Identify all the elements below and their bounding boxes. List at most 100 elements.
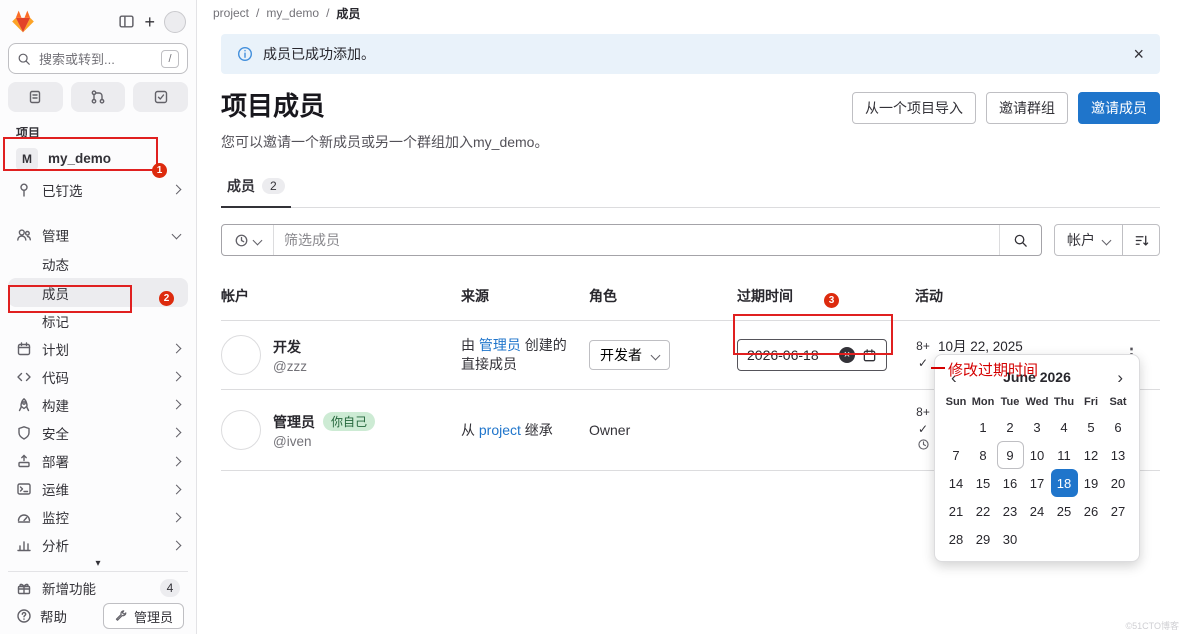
import-from-project-button[interactable]: 从一个项目导入 (852, 92, 976, 124)
sidebar-item-deploy[interactable]: 部署 (8, 447, 188, 475)
day-cell[interactable]: 19 (1078, 469, 1105, 497)
day-cell[interactable]: 15 (970, 469, 997, 497)
day-cell[interactable]: 17 (1024, 469, 1051, 497)
day-cell[interactable]: 11 (1051, 441, 1078, 469)
day-cell[interactable]: 9 (997, 441, 1024, 469)
day-cell-empty (1024, 525, 1051, 553)
source-text: 继承 (521, 422, 553, 438)
sidebar-item-operate[interactable]: 运维 (8, 475, 188, 503)
day-cell[interactable]: 20 (1105, 469, 1132, 497)
day-cell[interactable]: 13 (1105, 441, 1132, 469)
clear-date-icon[interactable]: × (839, 347, 855, 363)
weekday-label: Tue (997, 391, 1024, 413)
sidebar-toggle-button[interactable] (118, 13, 135, 30)
invite-member-button[interactable]: 邀请成员 (1078, 92, 1160, 124)
day-cell[interactable]: 5 (1078, 413, 1105, 441)
day-cell[interactable]: 24 (1024, 497, 1051, 525)
source-link[interactable]: project (479, 422, 521, 438)
day-cell[interactable]: 3 (1024, 413, 1051, 441)
day-cell[interactable]: 28 (943, 525, 970, 553)
chevron-right-icon (172, 512, 182, 522)
day-cell[interactable]: 1 (970, 413, 997, 441)
global-search-input[interactable]: 搜索或转到... / (8, 43, 188, 74)
day-cell[interactable]: 6 (1105, 413, 1132, 441)
search-placeholder-text: 搜索或转到... (39, 49, 115, 68)
merge-requests-shortcut-button[interactable] (71, 82, 126, 112)
day-cell[interactable]: 26 (1078, 497, 1105, 525)
page-actions: 从一个项目导入 邀请群组 邀请成员 (852, 90, 1160, 124)
day-cell[interactable]: 23 (997, 497, 1024, 525)
annotation-badge-2: 2 (159, 291, 174, 306)
alert-close-icon[interactable]: × (1133, 45, 1144, 63)
todo-shortcut-button[interactable] (133, 82, 188, 112)
member-name[interactable]: 管理员 (273, 412, 315, 432)
sidebar-item-security[interactable]: 安全 (8, 419, 188, 447)
sidebar-item-build[interactable]: 构建 (8, 391, 188, 419)
filter-input-group (221, 224, 1042, 256)
sidebar-item-pinned[interactable]: 已钉选 (8, 174, 188, 205)
breadcrumb-project[interactable]: project (213, 6, 249, 20)
tab-members[interactable]: 成员 2 (221, 166, 291, 208)
day-cell[interactable]: 18 (1051, 469, 1078, 497)
tabs-bar: 成员 2 (221, 166, 1160, 208)
member-name[interactable]: 开发 (273, 337, 301, 357)
chevron-right-icon (172, 540, 182, 550)
avatar (221, 410, 261, 450)
role-label: 开发者 (600, 345, 642, 365)
sidebar-item-monitor[interactable]: 监控 (8, 503, 188, 531)
filter-members-input[interactable] (274, 225, 999, 255)
sidebar-item-labels[interactable]: 标记 (8, 307, 188, 335)
day-cell[interactable]: 12 (1078, 441, 1105, 469)
users-icon (16, 227, 32, 243)
expiry-date-input[interactable]: 2026-06-18 × (737, 339, 887, 371)
role-dropdown[interactable]: 开发者 (589, 340, 670, 370)
issues-shortcut-button[interactable] (8, 82, 63, 112)
create-new-button[interactable]: + (144, 13, 155, 31)
sort-group: 帐户 (1054, 224, 1160, 256)
chevron-right-icon (172, 344, 182, 354)
day-cell[interactable]: 10 (1024, 441, 1051, 469)
filter-search-button[interactable] (999, 225, 1041, 255)
day-cell[interactable]: 8 (970, 441, 997, 469)
help-item[interactable]: 帮助 (16, 606, 67, 626)
annotation-note: 修改过期时间 (948, 359, 1038, 380)
whats-new-item[interactable]: 新增功能 4 (8, 574, 188, 602)
user-avatar[interactable] (164, 11, 186, 33)
day-cell-empty (1051, 525, 1078, 553)
sidebar-item-code[interactable]: 代码 (8, 363, 188, 391)
sidebar-item-plan[interactable]: 计划 (8, 335, 188, 363)
account-sort-dropdown[interactable]: 帐户 (1055, 225, 1123, 255)
sort-direction-button[interactable] (1123, 225, 1159, 255)
source-link[interactable]: 管理员 (479, 337, 521, 353)
invite-group-button[interactable]: 邀请群组 (986, 92, 1068, 124)
annotation-pointer-line (931, 367, 945, 369)
day-cell[interactable]: 4 (1051, 413, 1078, 441)
breadcrumb-my-demo[interactable]: my_demo (266, 6, 319, 20)
next-month-button[interactable]: › (1113, 369, 1127, 386)
day-cell[interactable]: 21 (943, 497, 970, 525)
sidebar-item-manage[interactable]: 管理 (8, 219, 188, 250)
day-cell[interactable]: 16 (997, 469, 1024, 497)
day-cell[interactable]: 29 (970, 525, 997, 553)
filter-history-button[interactable] (222, 225, 274, 255)
tab-members-label: 成员 (227, 176, 255, 196)
filter-bar: 帐户 (221, 224, 1160, 256)
weekday-label: Sun (943, 391, 970, 413)
day-cell[interactable]: 7 (943, 441, 970, 469)
day-cell[interactable]: 14 (943, 469, 970, 497)
sidebar-item-analyze[interactable]: 分析 (8, 531, 188, 559)
sidebar-item-activity[interactable]: 动态 (8, 250, 188, 278)
gitlab-logo-icon[interactable] (10, 9, 36, 34)
day-cell[interactable]: 2 (997, 413, 1024, 441)
build-label: 构建 (42, 395, 69, 415)
day-cell[interactable]: 22 (970, 497, 997, 525)
day-cell[interactable]: 30 (997, 525, 1024, 553)
merge-request-icon (90, 89, 106, 105)
day-cell[interactable]: 27 (1105, 497, 1132, 525)
clock-icon (915, 438, 931, 456)
admin-area-button[interactable]: 管理员 (103, 603, 184, 629)
source-text: 由 (461, 337, 479, 353)
calendar-icon[interactable] (862, 348, 877, 363)
day-cell[interactable]: 25 (1051, 497, 1078, 525)
account-dropdown-label: 帐户 (1067, 230, 1095, 250)
